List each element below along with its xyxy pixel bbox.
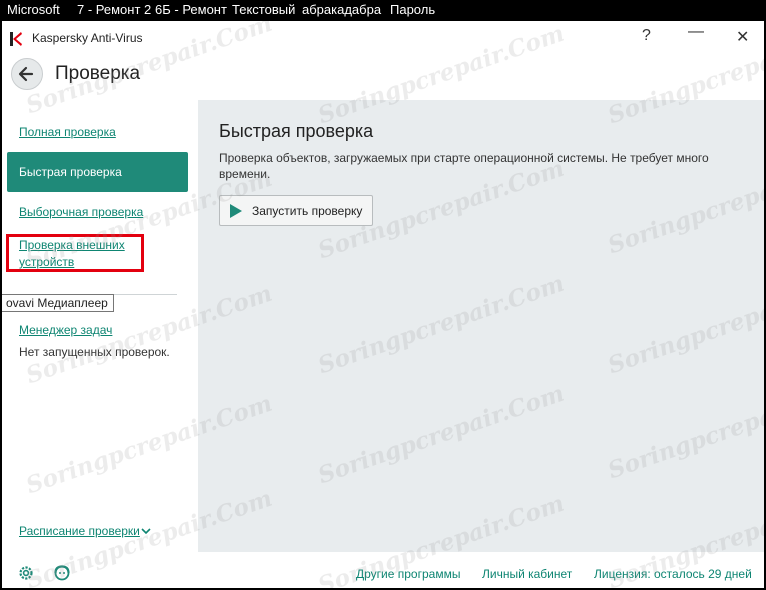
- other-programs-link[interactable]: Другие программы: [356, 567, 460, 581]
- support-icon[interactable]: [53, 564, 71, 582]
- arrow-left-icon: [18, 66, 34, 82]
- gear-icon[interactable]: [17, 564, 35, 582]
- taskbar-item-remont-2[interactable]: 7 - Ремонт 2: [77, 2, 151, 17]
- taskbar-item-abracadabra[interactable]: абракадабра: [302, 2, 381, 17]
- schedule-label: Расписание проверки: [19, 524, 140, 538]
- main-panel: Быстрая проверка Проверка объектов, загр…: [198, 100, 764, 552]
- external-scan-link-line1[interactable]: Проверка внешних: [19, 238, 125, 252]
- quick-scan-tab[interactable]: Быстрая проверка: [7, 152, 188, 192]
- app-title: Kaspersky Anti-Virus: [32, 31, 143, 45]
- chevron-down-icon: [141, 528, 151, 535]
- taskbar-item-password[interactable]: Пароль: [390, 2, 435, 17]
- kaspersky-window: Kaspersky Anti-Virus ? — ✕ Проверка Полн…: [2, 21, 764, 588]
- back-button[interactable]: [11, 58, 43, 90]
- run-scan-button[interactable]: Запустить проверку: [219, 195, 373, 226]
- custom-scan-link[interactable]: Выборочная проверка: [19, 205, 143, 219]
- tooltip: ovavi Медиаплеер: [2, 294, 114, 312]
- taskbar-item-text[interactable]: Текстовый: [232, 2, 295, 17]
- main-description: Проверка объектов, загружаемых при старт…: [219, 151, 709, 181]
- task-manager-link[interactable]: Менеджер задач: [19, 323, 112, 337]
- account-link[interactable]: Личный кабинет: [482, 567, 572, 581]
- footer: Другие программы Личный кабинет Лицензия…: [2, 552, 764, 588]
- help-button[interactable]: ?: [642, 27, 651, 45]
- full-scan-link[interactable]: Полная проверка: [19, 125, 116, 139]
- external-scan-link-line2[interactable]: устройств: [19, 255, 74, 269]
- taskbar: Microsoft 7 - Ремонт 2 6Б - Ремонт Текст…: [0, 0, 766, 21]
- page-title: Проверка: [55, 63, 141, 84]
- close-button[interactable]: ✕: [736, 27, 749, 47]
- taskbar-item-6b-remont[interactable]: 6Б - Ремонт: [155, 2, 227, 17]
- schedule-link[interactable]: Расписание проверки: [19, 524, 151, 538]
- taskbar-item-microsoft[interactable]: Microsoft: [7, 2, 60, 17]
- quick-scan-label: Быстрая проверка: [19, 165, 122, 179]
- kaspersky-logo-icon: [10, 32, 22, 46]
- main-title: Быстрая проверка: [219, 121, 374, 141]
- page-header: Проверка: [2, 53, 764, 100]
- title-bar: Kaspersky Anti-Virus ? — ✕: [2, 21, 764, 53]
- run-scan-label: Запустить проверку: [252, 204, 363, 218]
- no-scans-status: Нет запущенных проверок.: [19, 345, 170, 359]
- minimize-button[interactable]: —: [688, 23, 704, 41]
- play-icon: [230, 204, 242, 218]
- license-link[interactable]: Лицензия: осталось 29 дней: [594, 567, 752, 581]
- sidebar: Полная проверка Быстрая проверка Выбороч…: [2, 100, 198, 552]
